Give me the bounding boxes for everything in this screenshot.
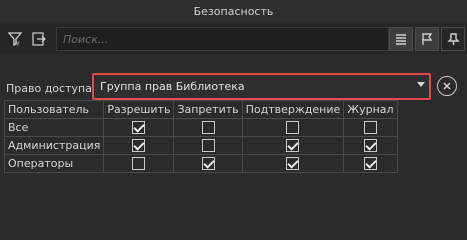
- permission-cell: [173, 136, 243, 155]
- access-dropdown[interactable]: Группа прав Библиотека: [92, 73, 431, 100]
- svg-text:Y: Y: [15, 41, 20, 47]
- search-input[interactable]: Поиск...: [56, 27, 389, 51]
- permission-cell: [241, 136, 345, 155]
- permission-checkbox[interactable]: [132, 121, 146, 135]
- access-label: Право доступа:: [6, 82, 96, 95]
- column-header: Подтверждение: [241, 100, 345, 119]
- permission-cell: [241, 118, 345, 137]
- column-header: Журнал: [343, 100, 398, 119]
- permission-cell: [343, 154, 398, 173]
- permission-checkbox[interactable]: [286, 121, 300, 135]
- permission-checkbox[interactable]: [363, 121, 377, 135]
- table-row: Все: [3, 118, 398, 137]
- permission-cell: [343, 118, 398, 137]
- user-group-name: Операторы: [3, 154, 105, 173]
- permissions-table: Пользователь Разрешить Запретить Подтвер…: [3, 100, 398, 173]
- user-group-name: Администрация: [3, 136, 105, 155]
- pin-icon[interactable]: [441, 27, 465, 51]
- column-header: Пользователь: [3, 100, 105, 119]
- toolbar: Y Поиск...: [0, 24, 467, 54]
- table-row: Администрация: [3, 136, 398, 155]
- permission-cell: [103, 136, 175, 155]
- permission-checkbox[interactable]: [286, 139, 300, 153]
- permission-checkbox[interactable]: [201, 157, 215, 171]
- permission-cell: [173, 154, 243, 173]
- table-row: Операторы: [3, 154, 398, 173]
- list-icon[interactable]: [389, 27, 413, 51]
- column-header: Запретить: [173, 100, 243, 119]
- filter-icon[interactable]: Y: [4, 28, 26, 50]
- permission-cell: [103, 154, 175, 173]
- flag-icon[interactable]: [415, 27, 439, 51]
- window-title: Безопасность: [0, 0, 467, 22]
- export-icon[interactable]: [28, 28, 50, 50]
- chevron-down-icon: [417, 82, 425, 87]
- permission-checkbox[interactable]: [201, 139, 215, 153]
- user-group-name: Все: [3, 118, 105, 137]
- permission-checkbox[interactable]: [363, 139, 377, 153]
- permission-cell: [343, 136, 398, 155]
- column-header: Разрешить: [103, 100, 175, 119]
- permission-checkbox[interactable]: [363, 157, 377, 171]
- permission-checkbox[interactable]: [132, 139, 146, 153]
- permission-checkbox[interactable]: [132, 157, 146, 171]
- permission-checkbox[interactable]: [201, 121, 215, 135]
- access-dropdown-value: Группа прав Библиотека: [100, 80, 245, 93]
- permission-cell: [173, 118, 243, 137]
- clear-icon[interactable]: [437, 76, 457, 96]
- permission-cell: [103, 118, 175, 137]
- permission-cell: [241, 154, 345, 173]
- permission-checkbox[interactable]: [286, 157, 300, 171]
